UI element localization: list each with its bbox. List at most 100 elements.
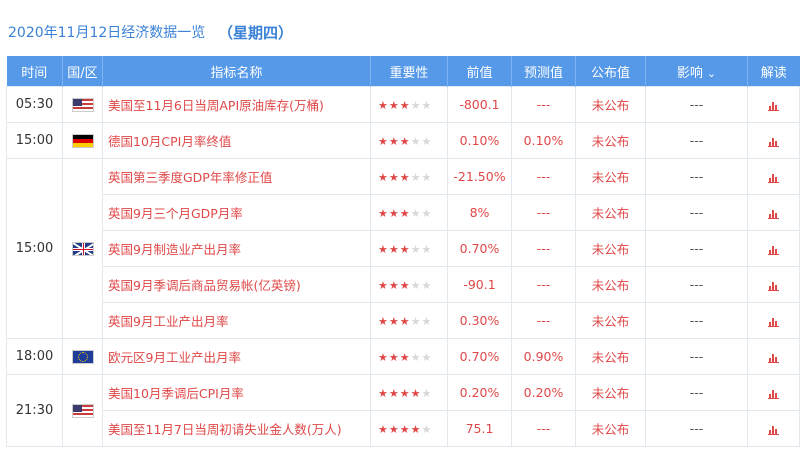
star-icon: ★ — [388, 351, 399, 364]
star-icon: ★ — [378, 135, 388, 148]
region-flag-cell — [62, 122, 103, 159]
forecast-value: 0.20% — [511, 374, 576, 411]
table-row[interactable]: 15:00 英国第三季度GDP年率修正值 ★★★★★ -21.50% --- 未公布 --- — [6, 158, 800, 339]
bar-chart-icon[interactable] — [768, 101, 779, 111]
region-flag-cell — [62, 338, 103, 375]
previous-value: -21.50% — [447, 158, 512, 195]
impact-value: --- — [645, 338, 748, 375]
indicator-name-link[interactable]: 英国9月季调后商品贸易帐(亿英镑) — [102, 266, 371, 303]
analysis-cell[interactable] — [747, 122, 800, 159]
indicator-name-link[interactable]: 德国10月CPI月率终值 — [102, 122, 371, 159]
star-icon: ★ — [399, 99, 410, 112]
analysis-cell[interactable] — [747, 158, 800, 195]
importance-rating: ★★★★★ — [370, 230, 448, 267]
forecast-value: 0.10% — [511, 122, 576, 159]
actual-value: 未公布 — [575, 230, 646, 267]
table-row[interactable]: 15:00 德国10月CPI月率终值 ★★★★★ 0.10% 0.10% 未公布 --- — [6, 122, 800, 159]
impact-value: --- — [645, 122, 748, 159]
analysis-cell[interactable] — [747, 338, 800, 375]
importance-rating: ★★★★★ — [370, 158, 448, 195]
star-icon: ★ — [388, 243, 399, 256]
star-icon: ★ — [388, 387, 399, 400]
star-icon: ★ — [421, 99, 432, 112]
star-icon: ★ — [410, 99, 421, 112]
star-icon: ★ — [421, 243, 432, 256]
indicator-name-link[interactable]: 英国第三季度GDP年率修正值 — [102, 158, 371, 195]
indicator-name-link[interactable]: 美国10月季调后CPI月率 — [102, 374, 371, 411]
indicator-name-link[interactable]: 美国至11月7日当周初请失业金人数(万人) — [102, 410, 371, 447]
table-body: 05:30 美国至11月6日当周API原油库存(万桶) ★★★★★ -800.1 ---… — [6, 86, 800, 447]
previous-value: -90.1 — [447, 266, 512, 303]
analysis-cell[interactable] — [747, 410, 800, 447]
importance-rating: ★★★★★ — [370, 194, 448, 231]
actual-value: 未公布 — [575, 374, 646, 411]
table-row[interactable]: 18:00 欧元区9月工业产出月率 ★★★★★ 0.70% 0.90% 未公布 --- — [6, 338, 800, 375]
previous-value: 0.70% — [447, 230, 512, 267]
flag-eu-icon — [71, 350, 94, 365]
bar-chart-icon[interactable] — [768, 353, 779, 363]
importance-rating: ★★★★★ — [370, 410, 448, 447]
star-icon: ★ — [378, 423, 388, 436]
header-importance: 重要性 — [370, 56, 448, 87]
bar-chart-icon[interactable] — [768, 209, 779, 219]
analysis-cell[interactable] — [747, 86, 800, 123]
star-icon: ★ — [421, 279, 432, 292]
importance-rating: ★★★★★ — [370, 302, 448, 339]
star-icon: ★ — [378, 207, 388, 220]
star-icon: ★ — [388, 135, 399, 148]
actual-value: 未公布 — [575, 158, 646, 195]
star-icon: ★ — [399, 423, 410, 436]
actual-value: 未公布 — [575, 338, 646, 375]
previous-value: 0.20% — [447, 374, 512, 411]
star-icon: ★ — [399, 351, 410, 364]
actual-value: 未公布 — [575, 266, 646, 303]
bar-chart-icon[interactable] — [768, 389, 779, 399]
analysis-cell[interactable] — [747, 302, 800, 339]
bar-chart-icon[interactable] — [768, 317, 779, 327]
star-icon: ★ — [399, 387, 410, 400]
forecast-value: 0.90% — [511, 338, 576, 375]
indicator-name-link[interactable]: 英国9月三个月GDP月率 — [102, 194, 371, 231]
analysis-cell[interactable] — [747, 374, 800, 411]
star-icon: ★ — [410, 315, 421, 328]
analysis-cell[interactable] — [747, 194, 800, 231]
impact-value: --- — [645, 158, 748, 195]
forecast-value: --- — [511, 158, 576, 195]
bar-chart-icon[interactable] — [768, 245, 779, 255]
header-indicator: 指标名称 — [102, 56, 371, 87]
impact-value: --- — [645, 374, 748, 411]
indicator-name-link[interactable]: 美国至11月6日当周API原油库存(万桶) — [102, 86, 371, 123]
chevron-down-icon[interactable]: ⌄ — [707, 67, 716, 80]
importance-rating: ★★★★★ — [370, 338, 448, 375]
star-icon: ★ — [410, 279, 421, 292]
table-row[interactable]: 英国9月制造业产出月率 ★★★★★ 0.70% --- 未公布 --- — [7, 230, 800, 267]
table-row[interactable]: 英国9月工业产出月率 ★★★★★ 0.30% --- 未公布 --- — [7, 302, 800, 339]
importance-rating: ★★★★★ — [370, 374, 448, 411]
table-row[interactable]: 21:30 美国10月季调后CPI月率 ★★★★★ 0.20% 0.20% 未公布 --- — [6, 374, 800, 447]
bar-chart-icon[interactable] — [768, 173, 779, 183]
importance-rating: ★★★★★ — [370, 86, 448, 123]
analysis-cell[interactable] — [747, 266, 800, 303]
table-row[interactable]: 05:30 美国至11月6日当周API原油库存(万桶) ★★★★★ -800.1 ---… — [6, 86, 800, 123]
star-icon: ★ — [378, 387, 388, 400]
table-row[interactable]: 英国9月三个月GDP月率 ★★★★★ 8% --- 未公布 --- — [7, 194, 800, 231]
star-icon: ★ — [388, 423, 399, 436]
indicator-name-link[interactable]: 英国9月工业产出月率 — [102, 302, 371, 339]
bar-chart-icon[interactable] — [768, 281, 779, 291]
star-icon: ★ — [388, 207, 399, 220]
star-icon: ★ — [378, 315, 388, 328]
indicator-name-link[interactable]: 欧元区9月工业产出月率 — [102, 338, 371, 375]
header-impact[interactable]: 影响 ⌄ — [645, 56, 748, 87]
star-icon: ★ — [399, 135, 410, 148]
indicator-name-link[interactable]: 英国9月制造业产出月率 — [102, 230, 371, 267]
table-row[interactable]: 美国至11月7日当周初请失业金人数(万人) ★★★★★ 75.1 --- 未公布 --- — [7, 410, 800, 447]
actual-value: 未公布 — [575, 194, 646, 231]
table-row[interactable]: 英国9月季调后商品贸易帐(亿英镑) ★★★★★ -90.1 --- 未公布 --- — [7, 266, 800, 303]
bar-chart-icon[interactable] — [768, 137, 779, 147]
previous-value: -800.1 — [447, 86, 512, 123]
analysis-cell[interactable] — [747, 230, 800, 267]
bar-chart-icon[interactable] — [768, 425, 779, 435]
event-time: 21:30 — [6, 374, 63, 447]
header-analysis: 解读 — [747, 56, 800, 87]
impact-value: --- — [645, 410, 748, 447]
